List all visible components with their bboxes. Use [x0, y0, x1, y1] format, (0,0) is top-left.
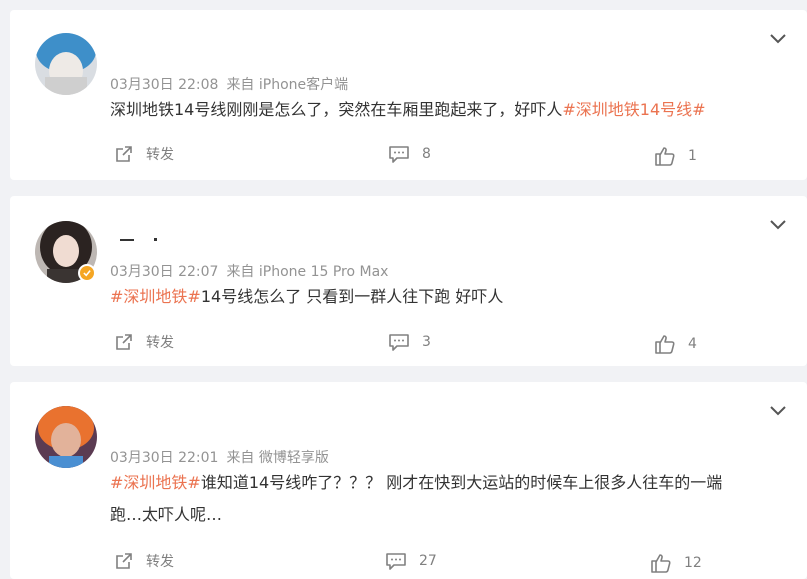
repost-label: 转发 [146, 554, 174, 570]
post-time[interactable]: 03月30日 22:01 [110, 450, 218, 466]
like-count: 1 [688, 148, 697, 164]
repost-label: 转发 [146, 335, 174, 351]
like-button[interactable]: 1 [654, 145, 697, 167]
post-source: 来自 微博轻享版 [226, 450, 329, 466]
avatar[interactable] [35, 406, 97, 468]
post-source: 来自 iPhone客户端 [226, 77, 349, 93]
topic-tag[interactable]: #深圳地铁14号线# [562, 100, 705, 119]
post-text-line: 跑…太吓人呢… [110, 505, 223, 524]
chevron-down-icon[interactable] [769, 218, 787, 232]
comment-count: 27 [419, 553, 437, 569]
chevron-down-icon[interactable] [769, 32, 787, 46]
post-text: 深圳地铁14号线刚刚是怎么了，突然在车厢里跑起来了，好吓人 [110, 100, 563, 119]
post-meta: 03月30日 22:07 来自 iPhone 15 Pro Max [110, 261, 388, 281]
repost-button[interactable]: 转发 [114, 551, 174, 571]
topic-tag[interactable]: #深圳地铁# [110, 287, 201, 306]
like-button[interactable]: 12 [650, 552, 702, 574]
comment-button[interactable]: 27 [385, 551, 437, 571]
topic-tag[interactable]: #深圳地铁# [110, 473, 201, 492]
repost-button[interactable]: 转发 [114, 144, 174, 164]
chevron-down-icon[interactable] [769, 404, 787, 418]
post-text: 14号线怎么了 只看到一群人往下跑 好吓人 [200, 287, 504, 306]
like-count: 12 [684, 555, 702, 571]
post-card: 03月30日 22:08 来自 iPhone客户端 深圳地铁14号线刚刚是怎么了，… [10, 10, 807, 180]
post-text: 谁知道14号线咋了？？？ 刚才在快到大运站的时候车上很多人往车的一端 [200, 473, 723, 492]
username-fragment [120, 238, 157, 241]
post-card: 03月30日 22:07 来自 iPhone 15 Pro Max #深圳地铁#1… [10, 196, 807, 366]
post-source: 来自 iPhone 15 Pro Max [226, 264, 389, 280]
share-arrow-icon [116, 146, 132, 162]
post-meta: 03月30日 22:08 来自 iPhone客户端 [110, 74, 348, 94]
comment-count: 3 [422, 334, 431, 350]
share-arrow-icon [116, 334, 132, 350]
comment-bubble-icon [389, 334, 409, 351]
comment-button[interactable]: 3 [388, 332, 431, 352]
post-text-line: #深圳地铁#谁知道14号线咋了？？？ 刚才在快到大运站的时候车上很多人往车的一端 [110, 467, 777, 499]
post-meta: 03月30日 22:01 来自 微博轻享版 [110, 447, 329, 467]
like-count: 4 [688, 336, 697, 352]
post-content: #深圳地铁#谁知道14号线咋了？？？ 刚才在快到大运站的时候车上很多人往车的一端… [110, 467, 777, 531]
thumb-up-icon [655, 147, 675, 166]
post-time[interactable]: 03月30日 22:08 [110, 77, 218, 93]
post-card: 03月30日 22:01 来自 微博轻享版 #深圳地铁#谁知道14号线咋了？？？ … [10, 382, 807, 579]
post-time[interactable]: 03月30日 22:07 [110, 264, 218, 280]
repost-label: 转发 [146, 147, 174, 163]
share-arrow-icon [116, 553, 132, 569]
avatar[interactable] [35, 33, 97, 95]
repost-button[interactable]: 转发 [114, 332, 174, 352]
verified-badge-icon [78, 264, 96, 282]
like-button[interactable]: 4 [654, 333, 697, 355]
post-content: #深圳地铁#14号线怎么了 只看到一群人往下跑 好吓人 [110, 281, 777, 313]
comment-count: 8 [422, 146, 431, 162]
thumb-up-icon [651, 554, 671, 573]
post-content: 深圳地铁14号线刚刚是怎么了，突然在车厢里跑起来了，好吓人#深圳地铁14号线# [110, 94, 777, 126]
comment-bubble-icon [386, 553, 406, 570]
thumb-up-icon [655, 335, 675, 354]
comment-bubble-icon [389, 146, 409, 163]
comment-button[interactable]: 8 [388, 144, 431, 164]
